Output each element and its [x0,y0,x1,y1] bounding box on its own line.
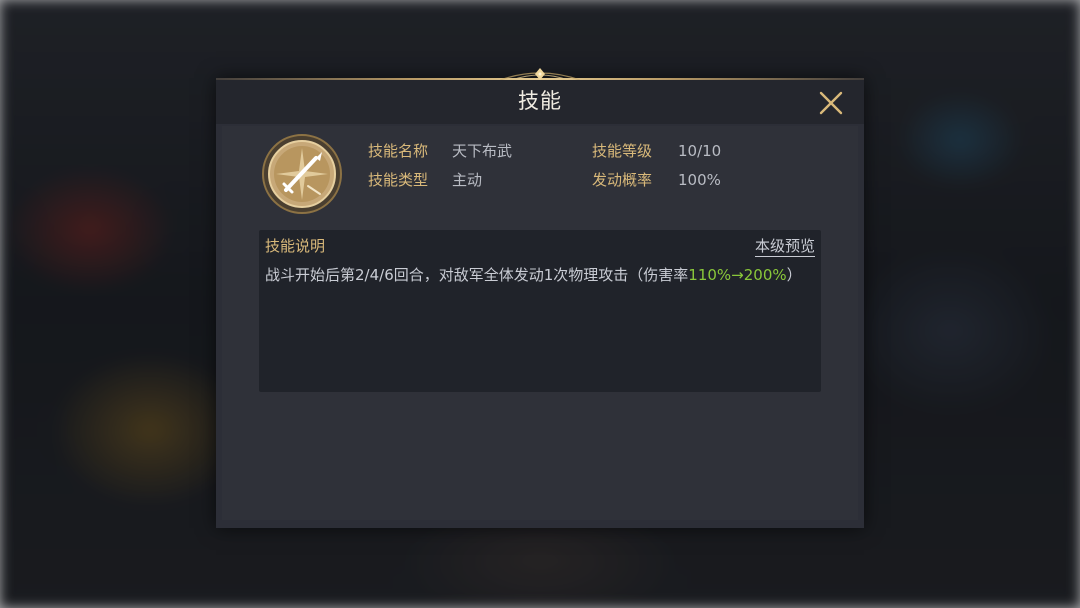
skill-dialog: 技能 技能名称 天下布武 技能等级 10/10 技能类型 主动 发动概率 100… [216,68,864,528]
skill-level-value: 10/10 [678,142,722,160]
skill-name-value: 天下布武 [452,142,513,160]
close-icon [819,91,843,115]
trigger-rate-value: 100% [678,171,721,189]
dialog-title: 技能 [518,89,562,113]
description-text: 战斗开始后第2/4/6回合，对敌军全体发动1次物理攻击（伤害率110%→200%… [265,264,815,286]
description-title: 技能说明 [265,237,326,255]
skill-description-box: 技能说明 本级预览 战斗开始后第2/4/6回合，对敌军全体发动1次物理攻击（伤害… [259,230,821,392]
crossed-swords-compass-icon [262,134,342,214]
level-preview-link[interactable]: 本级预览 [754,236,815,257]
close-button[interactable] [814,86,848,120]
skill-type-value: 主动 [452,171,483,189]
skill-type-label: 技能类型 [368,171,429,189]
description-text-part1: 战斗开始后第2/4/6回合，对敌军全体发动1次物理攻击（伤害率 [265,266,689,284]
damage-rate-highlight: 110%→200% [688,266,787,284]
skill-name-label: 技能名称 [368,142,429,160]
skill-level-label: 技能等级 [592,142,653,160]
trigger-rate-label: 发动概率 [592,171,653,189]
description-text-part2: ） [786,266,802,284]
